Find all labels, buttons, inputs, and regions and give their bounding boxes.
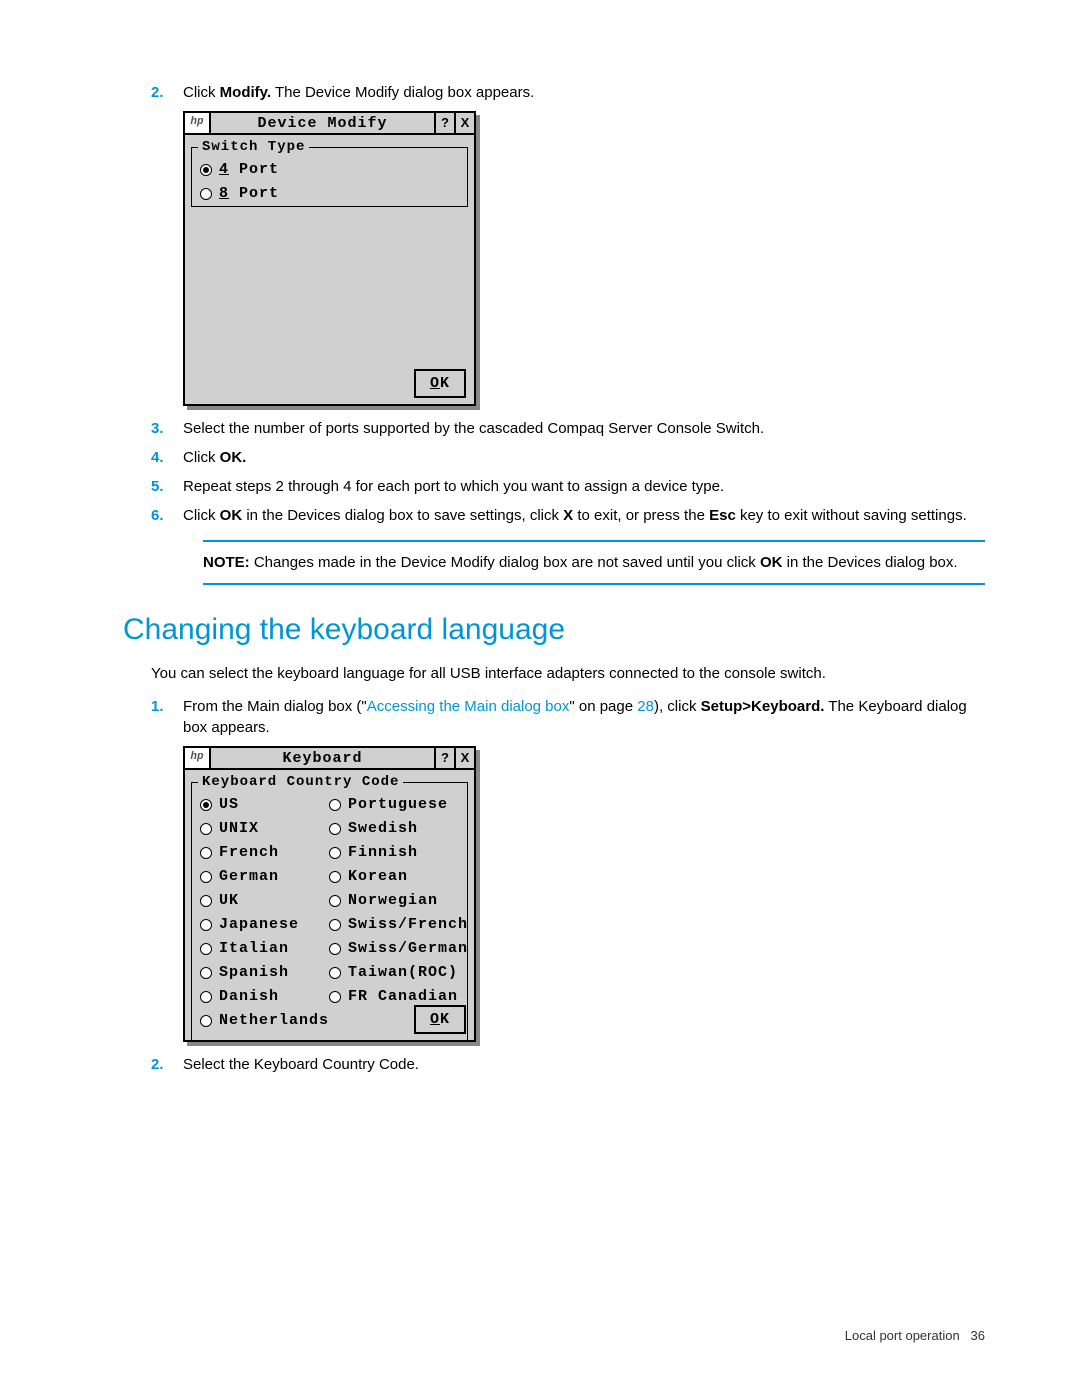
step-6: 6. Click OK in the Devices dialog box to… <box>135 505 985 526</box>
radio-icon <box>329 871 341 883</box>
step-text: Select the number of ports supported by … <box>183 418 985 439</box>
hp-logo-icon: hp <box>185 113 211 133</box>
radio-icon <box>329 847 341 859</box>
fieldset-legend: Switch Type <box>198 138 309 158</box>
radio-icon <box>329 895 341 907</box>
radio-german[interactable]: German <box>200 866 329 887</box>
switch-type-fieldset: Switch Type 4 Port 8 Port <box>191 147 468 207</box>
titlebar: hp Keyboard ? X <box>185 748 474 770</box>
radio-icon <box>200 943 212 955</box>
step-text: From the Main dialog box ("Accessing the… <box>183 696 985 738</box>
step-number: 1. <box>151 696 183 738</box>
radio-unix[interactable]: UNIX <box>200 818 329 839</box>
radio-swiss-german[interactable]: Swiss/German <box>329 938 468 959</box>
device-modify-dialog: hp Device Modify ? X Switch Type 4 Port … <box>183 111 476 406</box>
radio-finnish[interactable]: Finnish <box>329 842 468 863</box>
radio-icon <box>200 871 212 883</box>
radio-japanese[interactable]: Japanese <box>200 914 329 935</box>
step-1b: 1. From the Main dialog box ("Accessing … <box>135 696 985 738</box>
ok-button[interactable]: OK <box>414 1005 466 1034</box>
step-5: 5. Repeat steps 2 through 4 for each por… <box>135 476 985 497</box>
radio-icon <box>200 1015 212 1027</box>
step-text: Click OK in the Devices dialog box to sa… <box>183 505 985 526</box>
step-4: 4. Click OK. <box>135 447 985 468</box>
ok-button[interactable]: OK <box>414 369 466 398</box>
radio-italian[interactable]: Italian <box>200 938 329 959</box>
radio-icon <box>200 895 212 907</box>
page-link[interactable]: 28 <box>637 698 654 715</box>
step-number: 4. <box>151 447 183 468</box>
radio-netherlands[interactable]: Netherlands <box>200 1010 329 1031</box>
help-button[interactable]: ? <box>434 113 454 133</box>
radio-icon <box>329 919 341 931</box>
radio-fr-canadian[interactable]: FR Canadian <box>329 986 468 1007</box>
titlebar: hp Device Modify ? X <box>185 113 474 135</box>
radio-swedish[interactable]: Swedish <box>329 818 468 839</box>
radio-icon <box>200 967 212 979</box>
close-button[interactable]: X <box>454 113 474 133</box>
radio-icon <box>200 823 212 835</box>
step-2: 2. Click Modify. The Device Modify dialo… <box>135 82 985 103</box>
step-number: 2. <box>151 1054 183 1075</box>
help-button[interactable]: ? <box>434 748 454 768</box>
step-number: 2. <box>151 82 183 103</box>
keyboard-dialog: hp Keyboard ? X Keyboard Country Code US… <box>183 746 476 1042</box>
footer-label: Local port operation <box>845 1328 960 1343</box>
step-text: Repeat steps 2 through 4 for each port t… <box>183 476 985 497</box>
step-text: Select the Keyboard Country Code. <box>183 1054 985 1075</box>
page-number: 36 <box>971 1328 985 1343</box>
step-text: Click Modify. The Device Modify dialog b… <box>183 82 985 103</box>
radio-swiss-french[interactable]: Swiss/French <box>329 914 468 935</box>
radio-taiwan-roc-[interactable]: Taiwan(ROC) <box>329 962 468 983</box>
radio-icon <box>200 164 212 176</box>
radio-us[interactable]: US <box>200 794 329 815</box>
step-number: 5. <box>151 476 183 497</box>
radio-icon <box>200 919 212 931</box>
note-box: NOTE: Changes made in the Device Modify … <box>203 540 985 585</box>
dialog-body: Keyboard Country Code US UNIX French German… <box>185 770 474 1040</box>
radio-uk[interactable]: UK <box>200 890 329 911</box>
step-3: 3. Select the number of ports supported … <box>135 418 985 439</box>
radio-4-port[interactable]: 4 Port <box>200 159 459 180</box>
note-label: NOTE: <box>203 554 250 571</box>
close-button[interactable]: X <box>454 748 474 768</box>
fieldset-legend: Keyboard Country Code <box>198 773 403 793</box>
radio-portuguese[interactable]: Portuguese <box>329 794 468 815</box>
radio-spanish[interactable]: Spanish <box>200 962 329 983</box>
radio-korean[interactable]: Korean <box>329 866 468 887</box>
radio-icon <box>329 823 341 835</box>
dialog-body: Switch Type 4 Port 8 Port OK <box>185 135 474 404</box>
radio-8-port[interactable]: 8 Port <box>200 183 459 204</box>
dialog-title: Keyboard <box>211 748 434 768</box>
step-number: 3. <box>151 418 183 439</box>
radio-danish[interactable]: Danish <box>200 986 329 1007</box>
radio-icon <box>200 847 212 859</box>
intro-paragraph: You can select the keyboard language for… <box>151 663 985 684</box>
radio-french[interactable]: French <box>200 842 329 863</box>
dialog-title: Device Modify <box>211 113 434 133</box>
step-text: Click OK. <box>183 447 985 468</box>
section-heading: Changing the keyboard language <box>123 609 985 651</box>
radio-icon <box>329 967 341 979</box>
radio-icon <box>200 188 212 200</box>
radio-icon <box>329 991 341 1003</box>
hp-logo-icon: hp <box>185 748 211 768</box>
radio-norwegian[interactable]: Norwegian <box>329 890 468 911</box>
page-footer: Local port operation 36 <box>845 1327 985 1345</box>
radio-icon <box>200 799 212 811</box>
step-number: 6. <box>151 505 183 526</box>
step-2b: 2. Select the Keyboard Country Code. <box>135 1054 985 1075</box>
radio-icon <box>200 991 212 1003</box>
radio-icon <box>329 799 341 811</box>
radio-icon <box>329 943 341 955</box>
keyboard-country-fieldset: Keyboard Country Code USUNIXFrenchGerman… <box>191 782 468 1041</box>
cross-reference-link[interactable]: Accessing the Main dialog box <box>367 698 570 715</box>
